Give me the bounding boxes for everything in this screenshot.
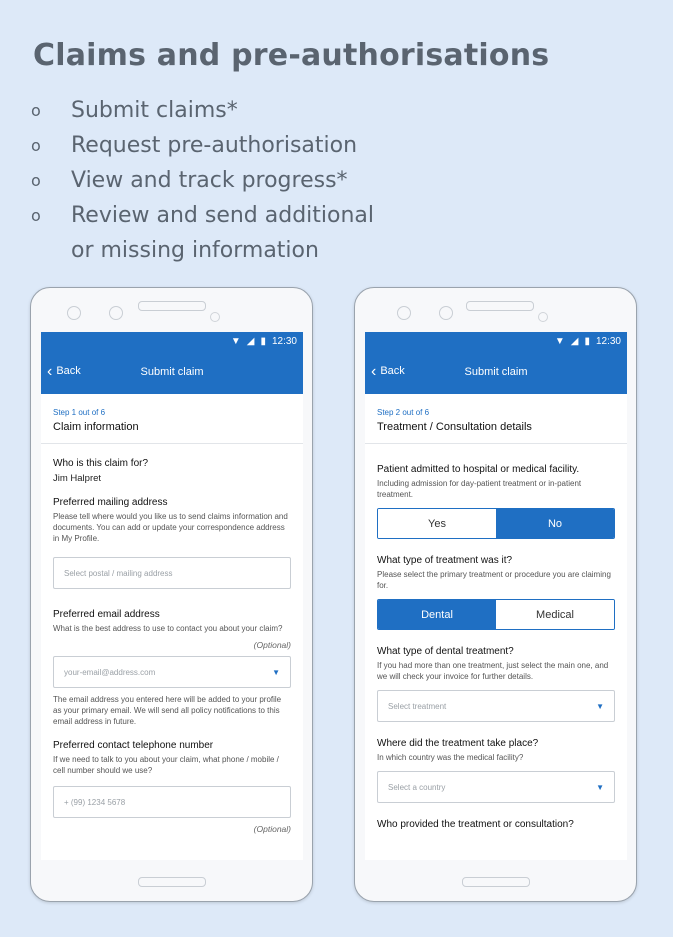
optional-tag: (Optional) [253,824,291,834]
medical-option[interactable]: Medical [496,600,614,629]
list-item-text: or missing information [71,238,319,263]
email-help: What is the best address to use to conta… [53,624,283,633]
speaker-grille [138,301,206,311]
email-label: Preferred email address [53,609,160,620]
wifi-icon: ▼ [230,336,241,347]
yes-option[interactable]: Yes [378,509,496,538]
email-note: The email address you entered here will … [53,695,282,726]
treatment-type-toggle: Dental Medical [377,599,615,630]
mailing-address-select[interactable]: Select postal / mailing address [53,557,291,589]
bullet-marker: o [31,101,41,120]
battery-icon: ▮ [584,336,590,347]
home-button [138,877,206,887]
bullet-marker: o [31,136,41,155]
list-item: o View and track progress* [31,163,374,198]
sensor-dot [210,312,220,322]
who-value: Jim Halpret [53,473,102,484]
feature-list: o Submit claims* o Request pre-authorisati… [31,93,374,268]
phone-mockup-step-2: ▼ ◢ ▮ 12:30 ‹ Back Submit claim Step 2 o… [354,287,637,902]
step-indicator: Step 1 out of 6 [53,408,106,417]
mailing-label: Preferred mailing address [53,497,168,508]
type-label: What type of treatment was it? [377,555,513,566]
bullet-marker: o [31,171,41,190]
list-item: o Request pre-authorisation [31,128,374,163]
who-provided-label: Who provided the treatment or consultati… [377,819,574,830]
phone-screen: ▼ ◢ ▮ 12:30 ‹ Back Submit claim Step 2 o… [365,332,627,860]
caret-down-icon: ▼ [272,667,280,677]
mailing-placeholder: Select postal / mailing address [64,568,173,578]
optional-tag: (Optional) [253,640,291,650]
phone-mockup-step-1: ▼ ◢ ▮ 12:30 ‹ Back Submit claim Step 1 o… [30,287,313,902]
form-body: Patient admitted to hospital or medical … [365,444,627,830]
treatment-select[interactable]: Select treatment ▼ [377,690,615,722]
list-item-text: Submit claims* [71,98,238,123]
status-time: 12:30 [595,336,621,347]
caret-down-icon: ▼ [596,782,604,792]
admitted-label: Patient admitted to hospital or medical … [377,464,580,475]
app-bar: ‹ Back Submit claim [41,351,303,394]
battery-icon: ▮ [260,336,266,347]
admitted-help: Including admission for day-patient trea… [377,479,582,499]
status-time: 12:30 [271,336,297,347]
step-indicator: Step 2 out of 6 [377,408,430,417]
list-item-text: Request pre-authorisation [71,133,358,158]
caret-down-icon: ▼ [596,701,604,711]
where-label: Where did the treatment take place? [377,738,539,749]
section-title: Treatment / Consultation details [377,421,532,433]
bullet-marker: o [31,206,41,225]
page-background: Claims and pre-authorisations o Submit cl… [0,0,673,937]
sensor-dot [538,312,548,322]
phone-input[interactable]: + (99) 1234 5678 [53,786,291,818]
phone-help: If we need to talk to you about your cla… [53,755,279,775]
admitted-toggle: Yes No [377,508,615,539]
who-label: Who is this claim for? [53,458,149,469]
type-help: Please select the primary treatment or p… [377,570,611,590]
list-item: o Review and send additional [31,198,374,233]
screen-title: Submit claim [140,366,204,378]
list-item-continuation: or missing information [31,233,374,268]
dental-option[interactable]: Dental [378,600,496,629]
step-header: Step 1 out of 6 Claim information [41,394,303,444]
wifi-icon: ▼ [554,336,565,347]
camera-icon [397,306,411,320]
email-select[interactable]: your-email@address.com ▼ [53,656,291,688]
signal-icon: ◢ [246,336,255,347]
country-placeholder: Select a country [388,782,446,792]
form-body: Who is this claim for? Jim Halpret Prefe… [41,444,303,834]
step-header: Step 2 out of 6 Treatment / Consultation… [365,394,627,444]
status-bar: ▼ ◢ ▮ 12:30 [365,332,627,351]
list-item-text: View and track progress* [71,168,348,193]
sensor-icon [439,306,453,320]
sensor-icon [109,306,123,320]
where-help: In which country was the medical facilit… [377,753,524,762]
phone-screen: ▼ ◢ ▮ 12:30 ‹ Back Submit claim Step 1 o… [41,332,303,860]
screen-title: Submit claim [464,366,528,378]
mailing-help: Please tell where would you like us to s… [53,512,288,543]
email-placeholder: your-email@address.com [64,667,156,677]
no-option[interactable]: No [496,509,614,538]
status-bar: ▼ ◢ ▮ 12:30 [41,332,303,351]
list-item: o Submit claims* [31,93,374,128]
page-title: Claims and pre-authorisations [33,38,550,73]
phone-placeholder: + (99) 1234 5678 [64,797,126,807]
signal-icon: ◢ [570,336,579,347]
section-title: Claim information [53,421,139,433]
phone-label: Preferred contact telephone number [53,740,214,751]
treatment-placeholder: Select treatment [388,701,447,711]
country-select[interactable]: Select a country ▼ [377,771,615,803]
list-item-text: Review and send additional [71,203,375,228]
home-button [462,877,530,887]
dental-type-help: If you had more than one treatment, just… [377,661,609,681]
app-bar: ‹ Back Submit claim [365,351,627,394]
dental-type-label: What type of dental treatment? [377,646,514,657]
camera-icon [67,306,81,320]
speaker-grille [466,301,534,311]
